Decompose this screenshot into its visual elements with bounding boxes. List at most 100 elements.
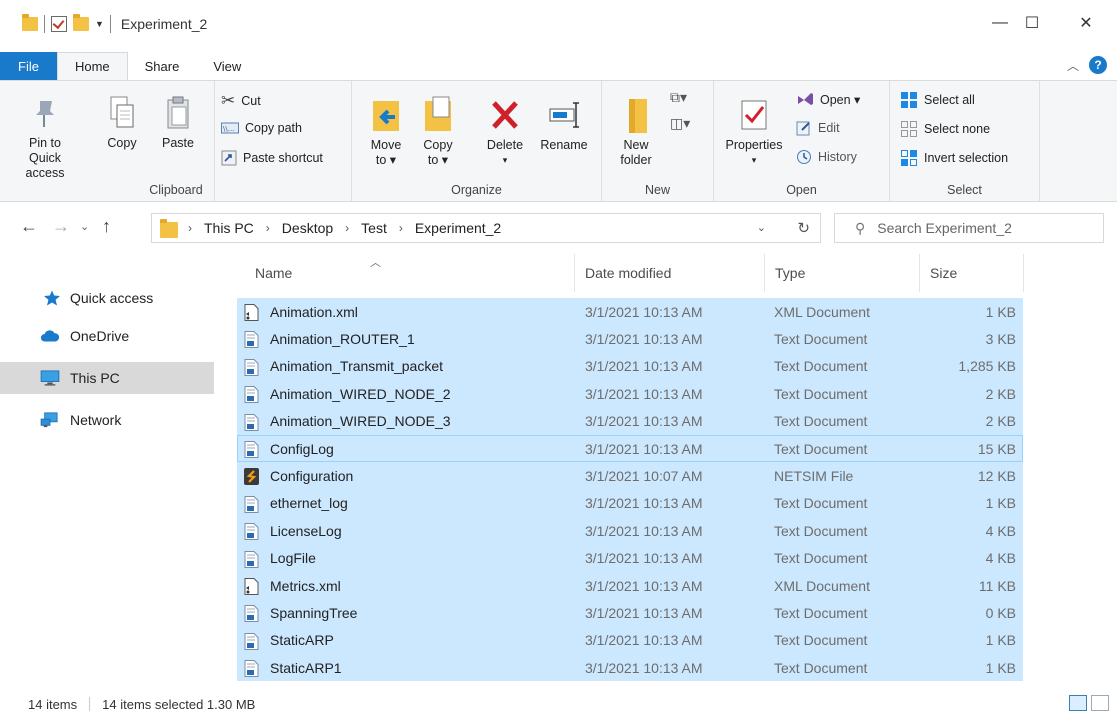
text-document-icon <box>244 440 259 458</box>
properties-button[interactable]: Properties ▾ <box>722 95 786 168</box>
table-row[interactable]: StaticARP1 3/1/2021 10:13 AM Text Document… <box>237 654 1023 682</box>
file-date: 3/1/2021 10:13 AM <box>585 358 703 375</box>
text-document-icon <box>244 413 259 431</box>
nav-item-this-pc[interactable]: This PC <box>0 362 214 394</box>
breadcrumb-desktop[interactable]: Desktop <box>282 220 333 236</box>
file-type: Text Document <box>774 659 868 676</box>
new-folder-button[interactable]: New folder <box>614 95 658 168</box>
back-arrow-icon[interactable]: ← <box>20 216 38 237</box>
file-size: 1 KB <box>985 495 1016 512</box>
monitor-icon <box>40 370 60 386</box>
rename-button[interactable]: Rename <box>536 95 592 153</box>
delete-button[interactable]: Delete ▾ <box>482 95 528 168</box>
move-to-button[interactable]: Move to ▾ <box>366 95 406 168</box>
refresh-icon[interactable]: ↻ <box>797 219 810 237</box>
table-row[interactable]: ethernet_log 3/1/2021 10:13 AM Text Docume… <box>237 489 1023 518</box>
breadcrumb-chevron-icon[interactable]: › <box>266 221 270 235</box>
nav-item-onedrive[interactable]: OneDrive <box>0 320 214 352</box>
nav-item-network[interactable]: Network <box>0 404 214 436</box>
customize-toolbar-arrow-icon[interactable]: ▼ <box>95 19 104 29</box>
breadcrumb-this-pc[interactable]: This PC <box>204 220 254 236</box>
forward-arrow-icon[interactable]: → <box>52 216 70 237</box>
file-name: SpanningTree <box>270 604 358 621</box>
file-name: Animation.xml <box>270 303 358 320</box>
table-row[interactable]: Animation_WIRED_NODE_2 3/1/2021 10:13 AM T… <box>237 380 1023 408</box>
breadcrumb-chevron-icon[interactable]: › <box>399 221 403 235</box>
copy-to-icon <box>425 96 451 131</box>
table-row[interactable]: Animation_Transmit_packet 3/1/2021 10:13 … <box>237 352 1023 381</box>
edit-icon <box>796 121 810 136</box>
new-group-label: New <box>644 183 670 197</box>
properties-check-icon[interactable] <box>51 16 67 32</box>
file-size: 4 KB <box>985 550 1016 567</box>
netsim-file-icon <box>244 468 259 486</box>
breadcrumb-test[interactable]: Test <box>361 220 387 236</box>
tab-home[interactable]: Home <box>56 52 128 80</box>
select-all-button[interactable]: Select all <box>900 91 975 109</box>
large-icons-view-icon[interactable] <box>1091 695 1109 711</box>
collapse-ribbon-icon[interactable]: ︿ <box>1067 57 1079 74</box>
nav-item-quick-access[interactable]: Quick access <box>0 282 214 314</box>
tab-view[interactable]: View <box>196 52 258 80</box>
open-button[interactable]: Open ▾ <box>796 91 860 107</box>
search-box[interactable]: ⚲ Search Experiment_2 <box>834 213 1104 243</box>
navigation-bar: ← → ⌄ ↑ › This PC › Desktop › Test › Exp… <box>0 202 1117 254</box>
search-placeholder: Search Experiment_2 <box>877 220 1012 236</box>
select-none-button[interactable]: Select none <box>900 120 990 138</box>
table-row[interactable]: Configuration 3/1/2021 10:07 AM NETSIM Fil… <box>237 462 1023 490</box>
text-document-icon <box>244 605 259 623</box>
invert-selection-button[interactable]: Invert selection <box>900 149 1008 167</box>
close-button[interactable]: ✕ <box>1063 8 1109 38</box>
table-row[interactable]: Animation_ROUTER_1 3/1/2021 10:13 AM Text … <box>237 325 1023 353</box>
file-size: 1 KB <box>985 303 1016 320</box>
copy-to-button[interactable]: Copy to ▾ <box>418 95 458 168</box>
file-name: LogFile <box>270 550 316 567</box>
file-size: 15 KB <box>977 440 1016 457</box>
table-row[interactable]: LicenseLog 3/1/2021 10:13 AM Text Document… <box>237 517 1023 545</box>
file-date: 3/1/2021 10:13 AM <box>585 385 703 402</box>
tab-file[interactable]: File <box>0 52 57 80</box>
new-folder-icon <box>629 99 647 133</box>
file-type: Text Document <box>774 385 868 402</box>
table-row[interactable]: Metrics.xml 3/1/2021 10:13 AM XML Document… <box>237 571 1023 600</box>
new-folder-icon[interactable] <box>73 14 89 31</box>
address-bar[interactable]: › This PC › Desktop › Test › Experiment_… <box>151 213 821 243</box>
column-header-type[interactable]: Type <box>765 254 920 292</box>
column-header-name[interactable]: Name <box>237 254 575 292</box>
maximize-button[interactable]: ☐ <box>1009 8 1055 38</box>
file-size: 0 KB <box>985 604 1016 621</box>
up-arrow-icon[interactable]: ↑ <box>102 216 111 237</box>
recent-locations-chevron-icon[interactable]: ⌄ <box>80 220 89 233</box>
open-group: Properties ▾ Open ▾ Edit History Open <box>714 81 890 201</box>
help-icon[interactable]: ? <box>1089 56 1107 74</box>
breadcrumb-chevron-icon[interactable]: › <box>188 221 192 235</box>
file-name: Animation_WIRED_NODE_3 <box>270 413 451 430</box>
file-name: Animation_WIRED_NODE_2 <box>270 385 451 402</box>
folder-icon <box>160 218 178 238</box>
table-row[interactable]: ConfigLog 3/1/2021 10:13 AM Text Document 1… <box>237 434 1023 463</box>
file-name: Metrics.xml <box>270 577 341 594</box>
window-title: Experiment_2 <box>120 16 208 32</box>
column-header-date[interactable]: Date modified <box>575 254 765 292</box>
tab-share[interactable]: Share <box>128 52 197 80</box>
column-header-size[interactable]: Size <box>920 254 1024 292</box>
easy-access-icon[interactable]: ◫▾ <box>670 115 690 132</box>
breadcrumb-chevron-icon[interactable]: › <box>345 221 349 235</box>
edit-button[interactable]: Edit <box>796 120 840 136</box>
history-button[interactable]: History <box>796 149 857 165</box>
table-row[interactable]: StaticARP 3/1/2021 10:13 AM Text Document 1… <box>237 626 1023 655</box>
file-type: Text Document <box>774 522 868 539</box>
breadcrumb-experiment-2[interactable]: Experiment_2 <box>415 220 501 236</box>
new-item-icon[interactable]: ⧉▾ <box>670 89 687 106</box>
table-row[interactable]: Animation.xml 3/1/2021 10:13 AM XML Docume… <box>237 298 1023 326</box>
text-document-icon <box>244 523 259 541</box>
details-view-icon[interactable] <box>1069 695 1087 711</box>
xml-document-icon <box>244 304 259 321</box>
star-icon <box>44 290 60 306</box>
table-row[interactable]: Animation_WIRED_NODE_3 3/1/2021 10:13 AM T… <box>237 407 1023 435</box>
address-dropdown-icon[interactable]: ⌄ <box>757 221 766 234</box>
table-row[interactable]: LogFile 3/1/2021 10:13 AM Text Document 4 K… <box>237 544 1023 572</box>
text-document-icon <box>244 550 259 568</box>
table-row[interactable]: SpanningTree 3/1/2021 10:13 AM Text Docume… <box>237 599 1023 627</box>
file-size: 2 KB <box>985 385 1016 402</box>
